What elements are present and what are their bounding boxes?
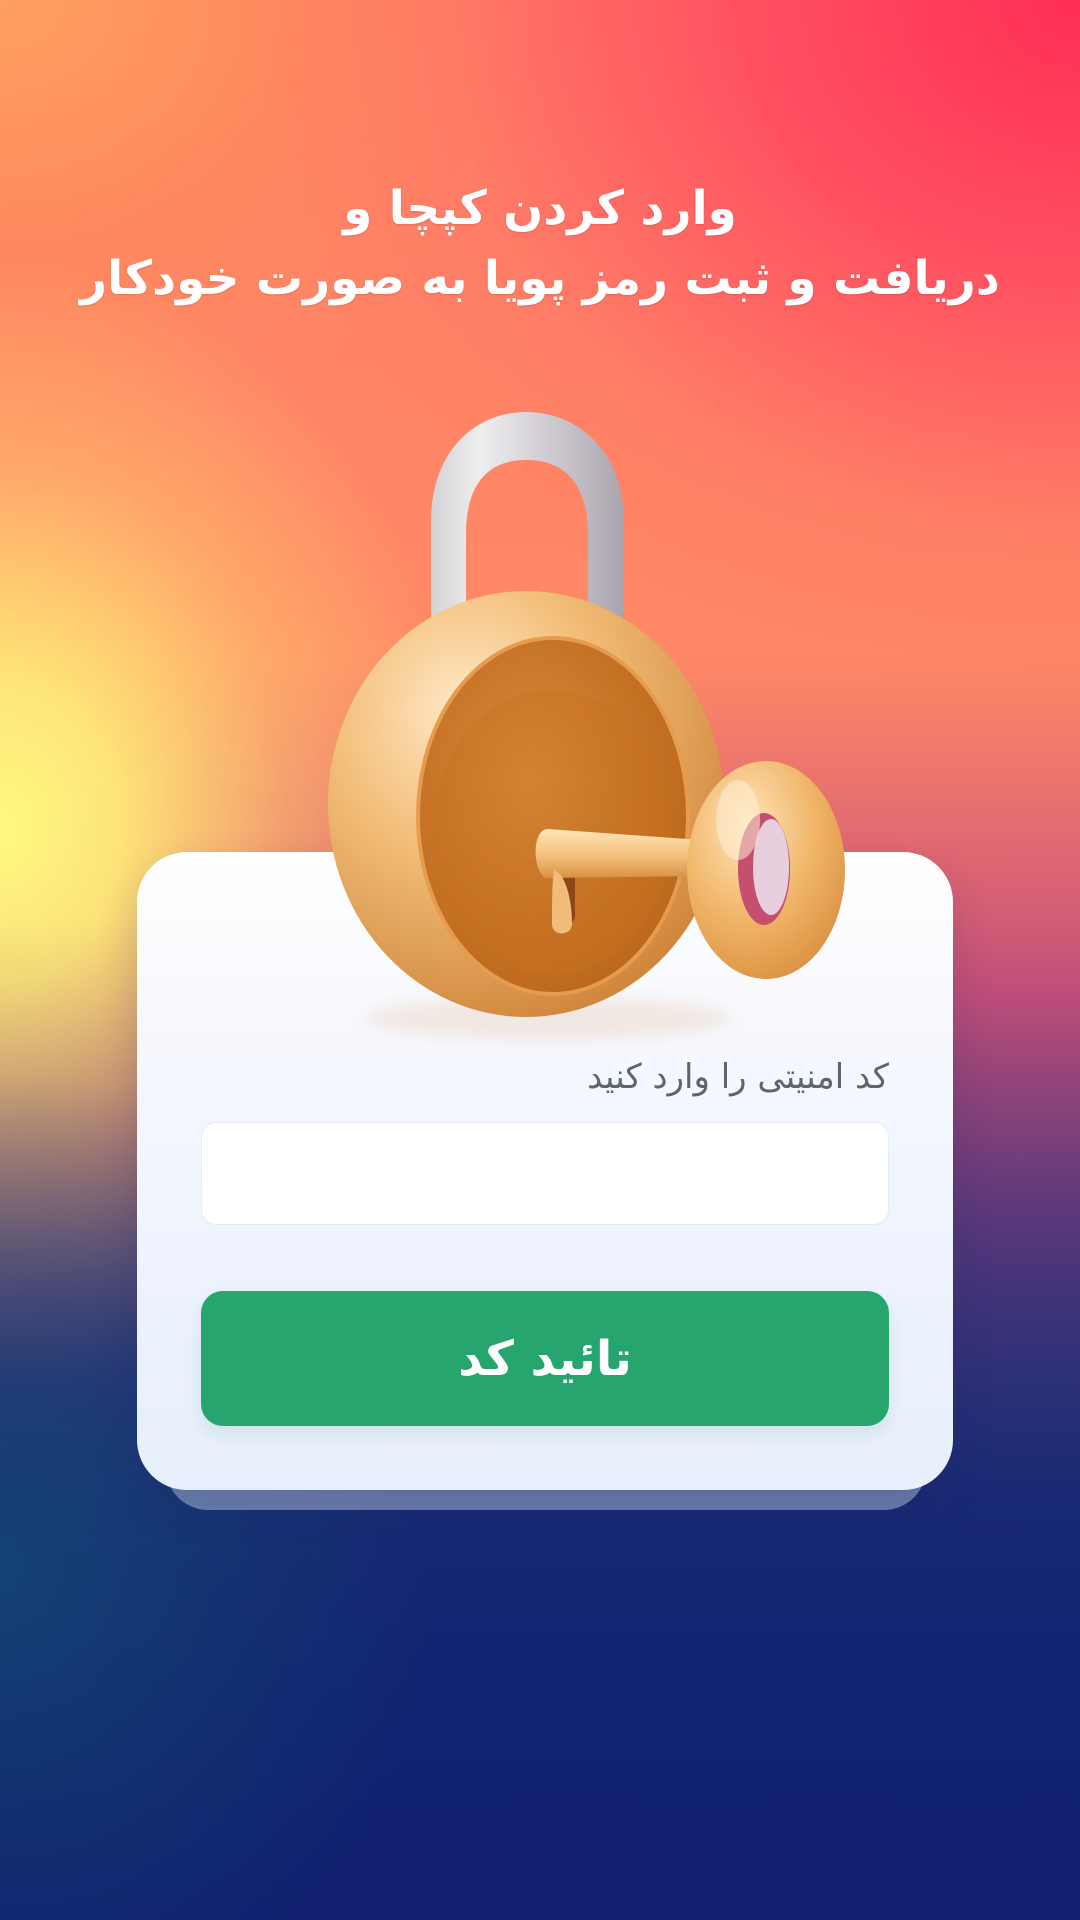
padlock-with-key-icon <box>328 412 845 1040</box>
confirm-code-button[interactable]: تائید کد <box>201 1291 889 1426</box>
captcha-label: کد امنیتی را وارد کنید <box>587 1057 889 1097</box>
captcha-input[interactable] <box>201 1122 889 1225</box>
